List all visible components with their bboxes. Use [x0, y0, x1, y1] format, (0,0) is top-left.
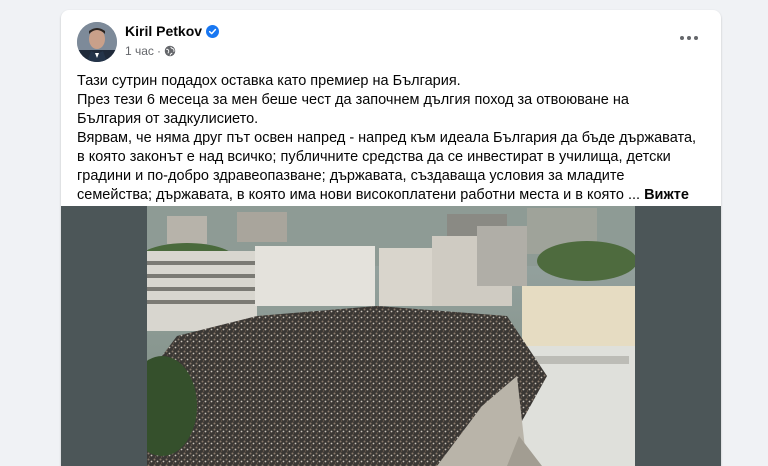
post-timestamp[interactable]: 1 час	[125, 44, 154, 58]
globe-icon[interactable]	[164, 45, 176, 57]
post-paragraph-1: Тази сутрин подадох оставка като премиер…	[77, 73, 461, 89]
avatar[interactable]	[77, 22, 117, 62]
author-name[interactable]: Kiril Petkov	[125, 23, 202, 39]
post-card: Kiril Petkov 1 час · Тази сутрин подадох…	[61, 10, 721, 466]
meta-separator: ·	[156, 44, 161, 58]
post-paragraph-2: През тези 6 месеца за мен беше чест да з…	[77, 92, 629, 127]
post-photo[interactable]	[147, 206, 635, 466]
author-row: Kiril Petkov	[125, 23, 220, 39]
post-meta: 1 час ·	[125, 44, 176, 58]
post-text: Тази сутрин подадох оставка като премиер…	[77, 72, 697, 224]
more-options-icon[interactable]	[673, 26, 705, 50]
post-media[interactable]	[61, 206, 721, 466]
verified-badge-icon	[206, 24, 220, 38]
post-paragraph-3-text: Вярвам, че няма друг път освен напред - …	[77, 130, 697, 203]
post-header: Kiril Petkov 1 час ·	[77, 22, 705, 62]
